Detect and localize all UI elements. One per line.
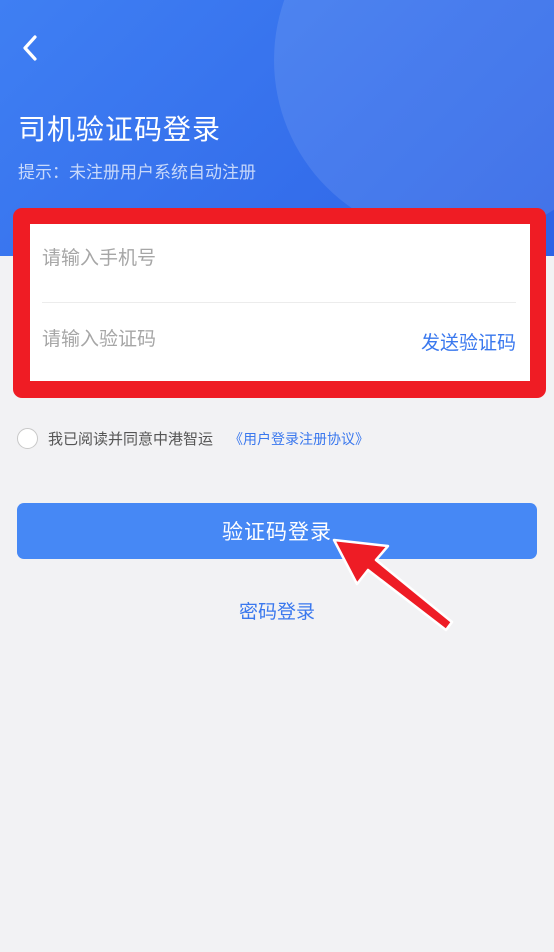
send-code-button[interactable]: 发送验证码 bbox=[421, 328, 516, 355]
agreement-link[interactable]: 《用户登录注册协议》 bbox=[229, 429, 369, 449]
password-login-link[interactable]: 密码登录 bbox=[0, 597, 554, 624]
back-button[interactable] bbox=[10, 28, 50, 68]
login-form-card: 发送验证码 bbox=[30, 224, 530, 381]
agreement-text: 我已阅读并同意中港智运 bbox=[48, 430, 214, 448]
code-row: 发送验证码 bbox=[42, 304, 516, 382]
page-title: 司机验证码登录 bbox=[18, 113, 222, 146]
agreement-checkbox[interactable] bbox=[17, 428, 38, 449]
chevron-left-icon bbox=[23, 35, 37, 61]
phone-input[interactable] bbox=[42, 247, 516, 269]
agreement-row: 我已阅读并同意中港智运 《用户登录注册协议》 bbox=[17, 428, 369, 449]
code-login-button[interactable]: 验证码登录 bbox=[17, 503, 537, 559]
page-hint: 提示：未注册用户系统自动注册 bbox=[18, 163, 256, 183]
verification-code-input[interactable] bbox=[42, 328, 421, 350]
phone-row bbox=[42, 224, 516, 303]
header-glow bbox=[274, 0, 554, 240]
